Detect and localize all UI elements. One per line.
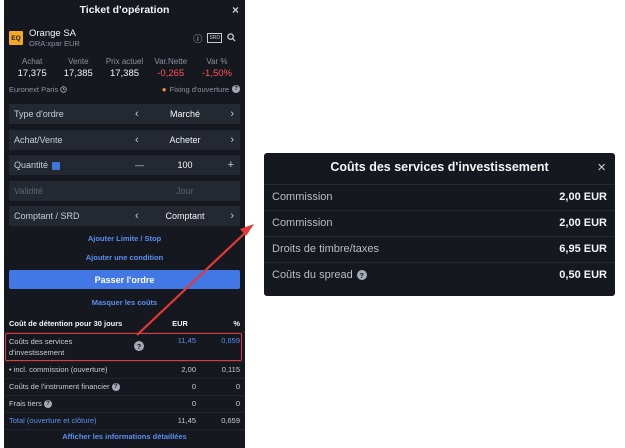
order-type-value: Marché <box>169 109 200 119</box>
list-item: Coûts du spread? 0,50 EUR <box>264 262 615 288</box>
clock-icon <box>60 85 68 93</box>
popup-header: Coûts des services d'investissement × <box>264 153 615 184</box>
order-ticket-panel: Ticket d'opération × EQ Orange SA ORA:xp… <box>4 0 245 448</box>
price-ask: Vente 17,385 <box>63 57 93 79</box>
side-value: Acheter <box>169 135 201 145</box>
popup-title: Coûts des services d'investissement <box>330 160 549 174</box>
table-row[interactable]: Coûts des services d'investissement ? 11… <box>4 333 245 362</box>
table-row: • incl. commission (ouverture) 2,00 0,11… <box>4 362 245 379</box>
price-bid: Achat 17,375 <box>17 57 47 79</box>
decrement-button[interactable]: — <box>135 160 144 170</box>
price-summary: Achat 17,375 Vente 17,385 Prix actuel 17… <box>4 51 245 80</box>
list-item: Commission 2,00 EUR <box>264 184 615 210</box>
instrument-row: EQ Orange SA ORA:xpar EUR ⓘ SRD <box>4 20 245 51</box>
table-row: Coûts de l'instrument financier? 0 0 <box>4 379 245 396</box>
market-status-row: Euronext Paris ● Fixing d'ouverture ? <box>4 80 245 96</box>
validity-value: Jour <box>176 186 194 196</box>
market-name: Euronext Paris <box>9 85 68 94</box>
help-icon[interactable]: ? <box>356 270 367 280</box>
instrument-name: Orange SA <box>29 28 76 39</box>
add-limit-stop-link[interactable]: Ajouter Limite / Stop <box>4 234 245 243</box>
show-details-link[interactable]: Afficher les informations détaillées <box>4 432 245 441</box>
price-pct-change: Var % -1,50% <box>201 57 232 79</box>
cost-table-header: Coût de détention pour 30 jours EUR % <box>4 316 245 333</box>
table-row-total: Total (ouverture et clôture) 11,45 0,659 <box>4 413 245 430</box>
help-icon[interactable]: ? <box>43 400 52 409</box>
quantity-value[interactable]: 100 <box>149 160 221 170</box>
order-type-selector[interactable]: Type d'ordre ‹ Marché › <box>9 104 240 124</box>
chevron-right-icon[interactable]: › <box>230 134 234 146</box>
help-icon[interactable]: ? <box>134 341 144 351</box>
chevron-right-icon[interactable]: › <box>230 108 234 120</box>
info-icon[interactable]: ⓘ <box>193 32 202 45</box>
search-icon[interactable] <box>227 32 236 44</box>
list-item: Droits de timbre/taxes 6,95 EUR <box>264 236 615 262</box>
chevron-left-icon[interactable]: ‹ <box>135 134 139 146</box>
help-icon[interactable]: ? <box>111 383 120 392</box>
chevron-left-icon[interactable]: ‹ <box>135 210 139 222</box>
quantity-stepper[interactable]: Quantité — 100 + <box>9 155 240 175</box>
close-icon[interactable]: × <box>232 3 239 17</box>
settlement-selector[interactable]: Comptant / SRD ‹ Comptant › <box>9 206 240 226</box>
ticket-title: Ticket d'opération <box>79 4 170 16</box>
srd-icon[interactable]: SRD <box>207 33 222 43</box>
table-row: Frais tiers? 0 0 <box>4 396 245 413</box>
increment-button[interactable]: + <box>228 159 234 171</box>
cost-table: Coût de détention pour 30 jours EUR % Co… <box>4 316 245 430</box>
ticket-header: Ticket d'opération × <box>4 0 245 20</box>
list-item: Commission 2,00 EUR <box>264 210 615 236</box>
equity-badge: EQ <box>9 31 23 45</box>
chevron-right-icon[interactable]: › <box>230 210 234 222</box>
calculator-icon[interactable] <box>52 161 61 170</box>
hide-costs-link[interactable]: Masquer les coûts <box>4 298 245 307</box>
fixing-status: ● Fixing d'ouverture ? <box>162 85 240 94</box>
validity-field: Validité Jour <box>9 181 240 201</box>
price-current: Prix actuel 17,385 <box>105 57 144 79</box>
settlement-value: Comptant <box>165 211 205 221</box>
help-icon[interactable]: ? <box>232 85 240 93</box>
cost-detail-popup: Coûts des services d'investissement × Co… <box>264 153 615 296</box>
price-net-change: Var.Nette -0,265 <box>154 57 188 79</box>
close-icon[interactable]: × <box>597 159 606 176</box>
add-condition-link[interactable]: Ajouter une condition <box>4 253 245 262</box>
instrument-symbol: ORA:xpar EUR <box>29 39 80 48</box>
chevron-left-icon[interactable]: ‹ <box>135 108 139 120</box>
status-dot-icon: ● <box>161 84 167 94</box>
place-order-button[interactable]: Passer l'ordre <box>9 270 240 289</box>
side-selector[interactable]: Achat/Vente ‹ Acheter › <box>9 130 240 150</box>
